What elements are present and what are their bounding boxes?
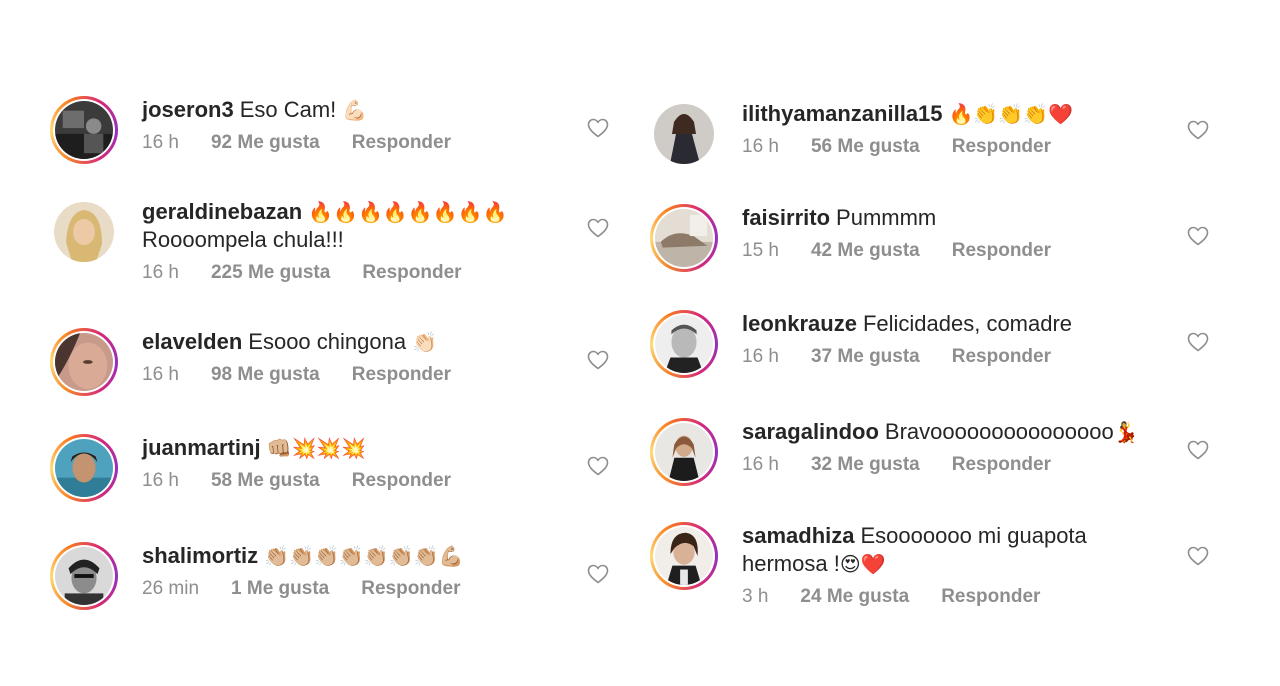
avatar[interactable] [650, 418, 718, 486]
comment-time: 16 h [142, 262, 179, 283]
reply-button[interactable]: Responder [952, 136, 1051, 158]
reply-button[interactable]: Responder [352, 132, 451, 154]
comment-username[interactable]: ilithyamanzanilla15 [742, 101, 943, 126]
comment-emoji: 🔥👏👏👏❤️ [948, 102, 1074, 126]
comment-emoji: 👏🏻 [412, 330, 438, 354]
comment-time: 16 h [742, 346, 779, 367]
reply-button[interactable]: Responder [952, 346, 1051, 368]
avatar[interactable] [50, 542, 118, 610]
comment-time: 16 h [742, 454, 779, 475]
comment-likes[interactable]: 225 Me gusta [211, 262, 330, 284]
avatar[interactable] [50, 328, 118, 396]
comment-time: 16 h [142, 364, 179, 385]
avatar[interactable] [650, 204, 718, 272]
comment-emoji: 💪🏻 [342, 98, 368, 122]
comment-likes[interactable]: 56 Me gusta [811, 136, 920, 158]
comment-text: Roooompela chula!!! [142, 227, 344, 252]
comment-time: 16 h [142, 470, 179, 491]
avatar[interactable] [650, 522, 718, 590]
comment-username[interactable]: saragalindoo [742, 419, 879, 444]
comment-likes[interactable]: 42 Me gusta [811, 240, 920, 262]
comment-emoji: 💃 [1113, 420, 1139, 444]
comment-username[interactable]: joseron3 [142, 97, 234, 122]
comment-time: 16 h [142, 132, 179, 153]
like-heart-icon[interactable] [586, 116, 610, 140]
comment-likes[interactable]: 32 Me gusta [811, 454, 920, 476]
comment-likes[interactable]: 24 Me gusta [800, 586, 909, 608]
reply-button[interactable]: Responder [941, 586, 1040, 608]
comment-emoji: 🔥🔥🔥🔥🔥🔥🔥🔥 [308, 200, 508, 224]
like-heart-icon[interactable] [1186, 438, 1210, 462]
comment-emoji: 👏🏼👏🏼👏🏼👏🏼👏🏼👏🏼👏🏼💪🏼 [264, 544, 464, 568]
comment-likes[interactable]: 1 Me gusta [231, 578, 329, 600]
comment-time: 16 h [742, 136, 779, 157]
like-heart-icon[interactable] [1186, 544, 1210, 568]
comment-username[interactable]: leonkrauze [742, 311, 857, 336]
comment-likes[interactable]: 58 Me gusta [211, 470, 320, 492]
comment-text: Esooo chingona [248, 329, 407, 354]
like-heart-icon[interactable] [586, 454, 610, 478]
avatar[interactable] [650, 100, 718, 168]
comment-text: Eso Cam! [239, 97, 337, 122]
comment-username[interactable]: geraldinebazan [142, 199, 302, 224]
like-heart-icon[interactable] [586, 348, 610, 372]
avatar[interactable] [50, 96, 118, 164]
avatar[interactable] [50, 434, 118, 502]
comment-text: hermosa ! [742, 551, 840, 576]
like-heart-icon[interactable] [1186, 224, 1210, 248]
comment-time: 26 min [142, 578, 200, 599]
reply-button[interactable]: Responder [352, 470, 451, 492]
comment-time: 3 h [742, 586, 769, 607]
reply-button[interactable]: Responder [362, 262, 461, 284]
comment-username[interactable]: samadhiza [742, 523, 855, 548]
like-heart-icon[interactable] [1186, 330, 1210, 354]
comment-emoji: 👊🏼💥💥💥 [266, 436, 367, 460]
comments-column-left: joseron3 Eso Cam! 💪🏻 16 h 92 Me gusta Respo… [50, 0, 650, 686]
like-heart-icon[interactable] [586, 562, 610, 586]
comment-username[interactable]: juanmartinj [142, 435, 261, 460]
reply-button[interactable]: Responder [952, 240, 1051, 262]
reply-button[interactable]: Responder [952, 454, 1051, 476]
comment-text: Felicidades, comadre [862, 311, 1073, 336]
avatar[interactable] [50, 198, 118, 266]
comments-column-right: ilithyamanzanilla15 🔥👏👏👏❤️ 16 h 56 Me gust… [650, 0, 1250, 686]
comment-username[interactable]: faisirrito [742, 205, 830, 230]
like-heart-icon[interactable] [1186, 118, 1210, 142]
comment-text: Esooooooo mi guapota [860, 523, 1087, 548]
comment-username[interactable]: elavelden [142, 329, 242, 354]
comment-text: Bravooooooooooooooo [884, 419, 1114, 444]
comment-likes[interactable]: 98 Me gusta [211, 364, 320, 386]
comment-emoji: 😍❤️ [839, 552, 886, 576]
comment-text: Pummmm [836, 205, 937, 230]
avatar[interactable] [650, 310, 718, 378]
comment-username[interactable]: shalimortiz [142, 543, 258, 568]
comment-likes[interactable]: 37 Me gusta [811, 346, 920, 368]
reply-button[interactable]: Responder [361, 578, 460, 600]
reply-button[interactable]: Responder [352, 364, 451, 386]
comment-time: 15 h [742, 240, 779, 261]
like-heart-icon[interactable] [586, 216, 610, 240]
comment-likes[interactable]: 92 Me gusta [211, 132, 320, 154]
